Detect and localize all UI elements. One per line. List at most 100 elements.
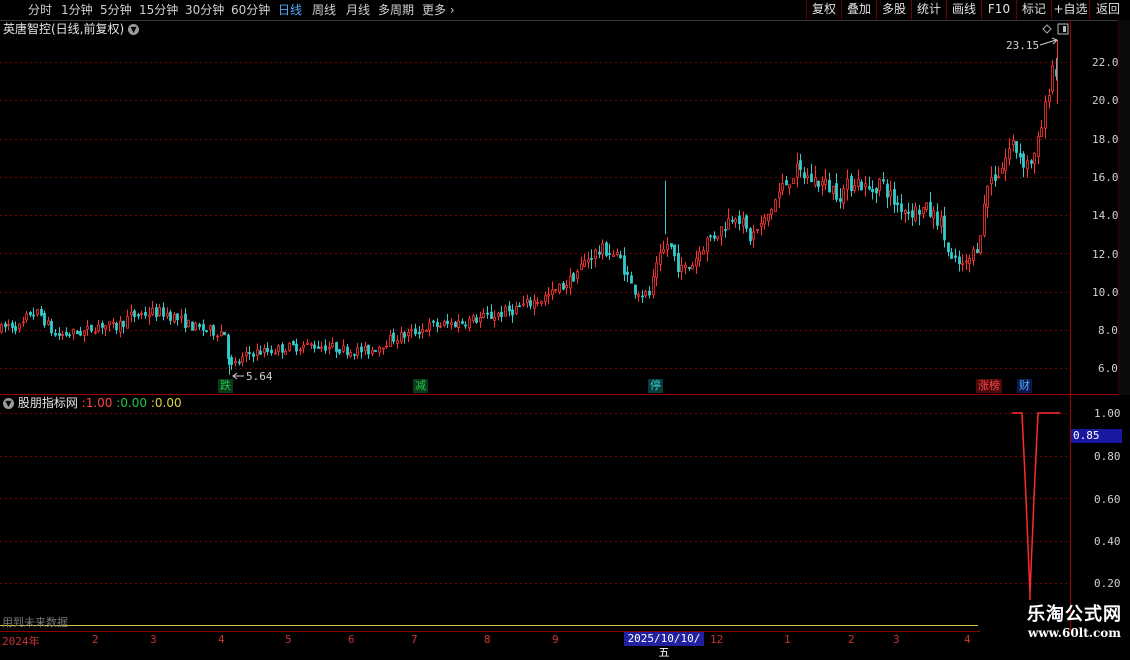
candle-body (176, 313, 179, 321)
candle-body (162, 307, 165, 317)
candle-body (936, 211, 939, 226)
candle-body (911, 210, 914, 218)
ind-tick-06: 0.60 (1094, 493, 1121, 506)
candle-body (7, 324, 10, 327)
month-label: 4 (218, 633, 225, 646)
date-axis[interactable]: 2024年 2 3 4 5 6 7 8 9 12 1 2 3 4 2025/10… (0, 631, 980, 659)
candle-body (698, 251, 701, 262)
candle-body (781, 182, 784, 192)
candle-body (587, 258, 590, 263)
candle-body (346, 346, 349, 356)
candle-body (742, 218, 745, 227)
candle-body (378, 346, 381, 353)
candle-body (151, 307, 154, 315)
candle-body (43, 312, 46, 326)
candle-body (598, 251, 601, 255)
candle-body (965, 260, 968, 263)
candle-body (497, 313, 500, 317)
candle-body (421, 328, 424, 333)
candle-body (166, 312, 169, 317)
candle-body (652, 276, 655, 296)
candle-body (1040, 127, 1043, 137)
candle-body (180, 315, 183, 319)
candle-body (313, 344, 316, 349)
candle-body (601, 243, 604, 255)
candle-body (173, 314, 176, 323)
watermark-title: 乐淘公式网 (1027, 604, 1122, 625)
candle-body (738, 215, 741, 224)
candle-body (86, 325, 89, 330)
candle-body (0, 324, 3, 333)
watermark-url: www.60lt.com (1028, 626, 1121, 640)
candle-body (472, 315, 475, 322)
candle-body (623, 255, 626, 275)
month-label: 2024年 (2, 635, 40, 648)
candle-body (767, 213, 770, 222)
candle-body (317, 346, 320, 349)
candle-body (947, 242, 950, 253)
candle-body (14, 326, 17, 332)
candle-body (734, 218, 737, 223)
candle-body (310, 343, 313, 346)
candle-body (994, 174, 997, 181)
candle-body (979, 235, 982, 254)
candle-body (418, 331, 421, 335)
candle-body (824, 178, 827, 185)
candle-body (169, 311, 172, 321)
month-label: 1 (784, 633, 791, 646)
candle-body (713, 235, 716, 239)
candle-body (122, 320, 125, 327)
candle-body (972, 248, 975, 261)
candle-body (144, 312, 147, 316)
candle-body (850, 176, 853, 191)
candle-body (1033, 153, 1036, 164)
candlestick-series (0, 40, 1058, 375)
candle-body (605, 242, 608, 256)
candle-body (461, 321, 464, 324)
candle-body (511, 309, 514, 316)
candle-body (828, 179, 831, 193)
date-cursor-highlight: 2025/10/10/五 (624, 632, 704, 659)
price-chart[interactable] (0, 0, 1130, 650)
candle-body (68, 334, 71, 337)
candle-body (569, 275, 572, 289)
candle-body (565, 284, 568, 289)
candle-body (245, 351, 248, 357)
candle-body (558, 283, 561, 293)
candle-body (929, 201, 932, 217)
candle-body (371, 350, 374, 354)
candle-body (968, 257, 971, 264)
candle-body (1048, 95, 1051, 103)
candle-body (835, 183, 838, 200)
month-label: 3 (150, 633, 157, 646)
candle-body (360, 346, 363, 353)
candle-body (616, 252, 619, 255)
candle-body (256, 349, 259, 356)
candle-body (662, 249, 665, 253)
candle-body (266, 347, 269, 352)
candle-body (241, 356, 244, 363)
candle-body (702, 250, 705, 255)
candle-body (1026, 160, 1029, 170)
candle-body (500, 311, 503, 317)
candle-body (47, 320, 50, 325)
candle-body (101, 322, 104, 328)
candle-body (230, 357, 233, 365)
candle-body (252, 353, 255, 357)
candle-body (943, 215, 946, 241)
side-panel-strip[interactable] (1118, 20, 1130, 395)
candle-body (882, 179, 885, 182)
candle-body (263, 348, 266, 353)
candle-body (335, 342, 338, 352)
candle-body (659, 252, 662, 265)
candle-body (302, 344, 305, 349)
candle-body (637, 294, 640, 297)
candle-body (875, 188, 878, 194)
chevron-down-icon[interactable]: ▼ (3, 398, 14, 409)
candle-body (83, 330, 86, 336)
candle-body (749, 228, 752, 242)
candle-body (745, 215, 748, 229)
candle-body (551, 289, 554, 296)
candle-body (925, 202, 928, 210)
candle-body (529, 300, 532, 307)
